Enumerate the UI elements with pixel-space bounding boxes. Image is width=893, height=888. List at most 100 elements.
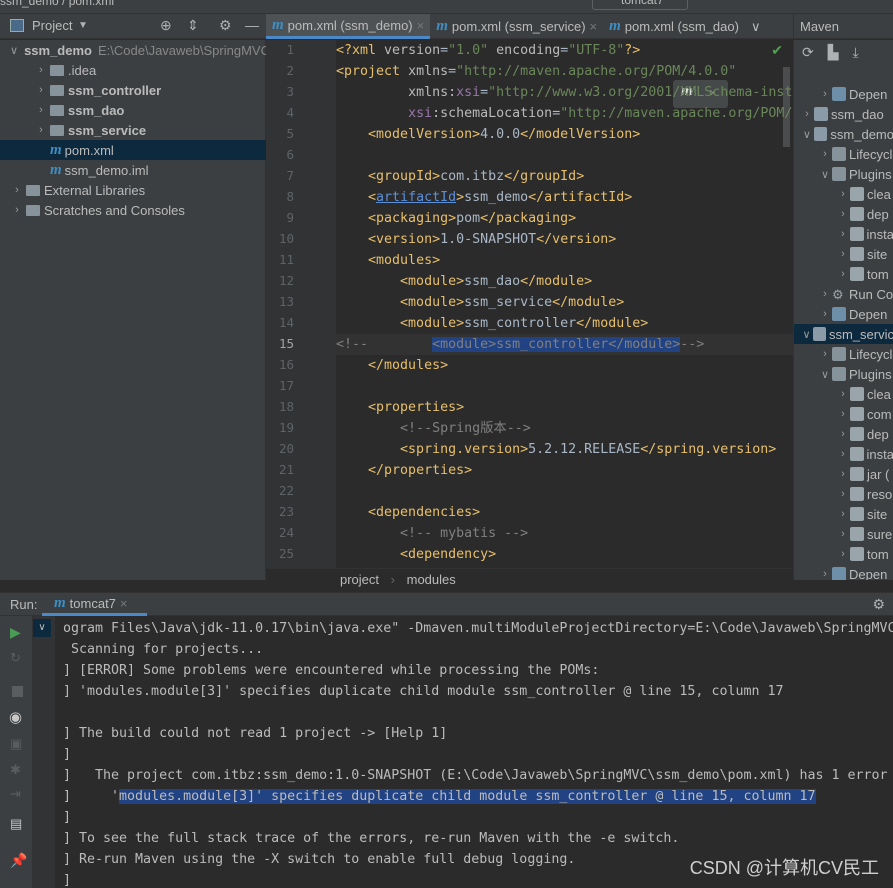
maven-tree-item[interactable]: › Depen (794, 564, 893, 580)
maven-tree-item[interactable]: ∨ ssm_servic (794, 324, 893, 344)
project-view-select[interactable]: Project (32, 18, 72, 33)
chevron-down-icon[interactable]: ∨ (800, 128, 814, 141)
chevron-right-icon[interactable]: › (836, 408, 850, 420)
chevron-right-icon[interactable]: › (836, 388, 850, 400)
tree-item[interactable]: › ssm_dao (0, 100, 266, 120)
maven-tree-item[interactable]: ∨ Plugins (794, 364, 893, 384)
reload-icon[interactable]: ⟳ (802, 44, 814, 61)
run-tab-tomcat7[interactable]: m tomcat7 × (42, 593, 147, 616)
code-line[interactable]: </modules> (336, 355, 448, 376)
chevron-right-icon[interactable]: › (818, 348, 832, 360)
maven-tree-item[interactable]: › ⚙ Run Co (794, 284, 893, 304)
chevron-right-icon[interactable]: › (836, 188, 850, 200)
code-line[interactable]: <module>ssm_dao</module> (336, 271, 592, 292)
breadcrumb-modules[interactable]: modules (407, 572, 456, 587)
chevron-right-icon[interactable]: › (818, 288, 832, 300)
chevron-right-icon[interactable]: › (10, 184, 24, 196)
chevron-down-icon[interactable]: ∨ (33, 619, 51, 637)
chevron-down-icon[interactable]: ▼ (78, 20, 88, 31)
download-icon[interactable]: ⤓ (853, 44, 859, 61)
code-line[interactable]: <properties> (336, 397, 464, 418)
stop-icon[interactable] (12, 686, 23, 697)
code-line[interactable]: <spring.version>5.2.12.RELEASE</spring.v… (336, 439, 776, 460)
maven-tree-item[interactable]: ∨ Plugins (794, 164, 893, 184)
maven-tree-item[interactable]: › tom (794, 264, 893, 284)
gear-icon[interactable]: ⚙ (872, 596, 885, 613)
pin-icon[interactable]: 📌 (10, 852, 27, 869)
chevron-right-icon[interactable]: › (34, 64, 48, 76)
chevron-right-icon[interactable]: › (836, 488, 850, 500)
close-icon[interactable]: × (417, 18, 425, 33)
camera-icon[interactable]: ▣ (10, 736, 22, 752)
maven-tree-item[interactable]: › tom (794, 544, 893, 564)
tab-0[interactable]: m pom.xml (ssm_demo) × (266, 14, 431, 39)
code-line[interactable]: <modules> (336, 250, 440, 271)
gear-icon[interactable]: ⚙ (219, 17, 232, 34)
code-line[interactable]: <packaging>pom</packaging> (336, 208, 576, 229)
add-project-icon[interactable]: ▙ (828, 44, 839, 61)
console-output[interactable]: ogram Files\Java\jdk-11.0.17\bin\java.ex… (55, 616, 893, 888)
chevron-right-icon[interactable]: › (836, 248, 850, 260)
chevron-right-icon[interactable]: › (836, 528, 850, 540)
code-line[interactable]: <groupId>com.itbz</groupId> (336, 166, 584, 187)
tree-item[interactable]: › ssm_controller (0, 80, 266, 100)
tree-item[interactable]: › Scratches and Consoles (0, 200, 266, 220)
code-line[interactable]: <!--Spring版本--> (336, 418, 531, 439)
minimize-icon[interactable]: — (245, 17, 259, 33)
code-line[interactable]: <modelVersion>4.0.0</modelVersion> (336, 124, 640, 145)
tree-item[interactable]: ∨ ssm_demo E:\Code\Javaweb\SpringMVC (0, 40, 270, 60)
debug-icon[interactable]: ✱ (10, 762, 21, 778)
tree-item[interactable]: m pom.xml (0, 140, 266, 160)
code-line[interactable]: <!-- mybatis --> (336, 523, 528, 544)
code-editor[interactable]: 1 2 3 4 5 6 7 8 9 10 11 12 13 14 15 16 17 18 19 20 21 22 23 24 2… (266, 40, 793, 568)
chevron-right-icon[interactable]: › (836, 228, 850, 240)
code-line[interactable]: xsi:schemaLocation="http://maven.apache.… (336, 103, 792, 124)
chevron-right-icon[interactable]: › (836, 268, 850, 280)
code-line[interactable]: <project xmlns="http://maven.apache.org/… (336, 61, 736, 82)
breadcrumb-project[interactable]: project (340, 572, 379, 587)
tree-item[interactable]: › ssm_service (0, 120, 266, 140)
maven-tree-item[interactable]: › site (794, 244, 893, 264)
maven-tree-item[interactable]: › Depen (794, 304, 893, 324)
code-line[interactable]: xmlns:xsi="http://www.w3.org/2001/XMLSch… (336, 82, 792, 103)
run-config-select[interactable]: tomcat7 (592, 0, 688, 10)
code-line[interactable]: <artifactId>ssm_demo</artifactId> (336, 187, 632, 208)
code-line[interactable]: <module>ssm_controller</module> (336, 313, 648, 334)
maven-tree-item[interactable]: › com (794, 404, 893, 424)
maven-tree-item[interactable]: › Depen (794, 84, 893, 104)
code-line[interactable]: </properties> (336, 460, 472, 481)
chevron-right-icon[interactable]: › (34, 104, 48, 116)
eye-icon[interactable]: ◉ (9, 708, 22, 726)
maven-tree-item[interactable]: › jar ( (794, 464, 893, 484)
chevron-right-icon[interactable]: › (836, 548, 850, 560)
maven-tree-item[interactable]: › dep (794, 424, 893, 444)
code-line[interactable]: <!-- <module>ssm_controller</module>--> (336, 334, 793, 355)
close-icon[interactable]: × (120, 596, 128, 611)
code-line[interactable]: <version>1.0-SNAPSHOT</version> (336, 229, 616, 250)
tree-item[interactable]: m ssm_demo.iml (0, 160, 266, 180)
chevron-right-icon[interactable]: › (10, 204, 24, 216)
locate-icon[interactable]: ⊕ (160, 17, 172, 34)
layout-icon[interactable]: ▤ (10, 816, 22, 832)
chevron-right-icon[interactable]: › (34, 124, 48, 136)
chevron-right-icon[interactable]: › (836, 448, 850, 460)
chevron-down-icon[interactable]: ∨ (800, 328, 813, 341)
chevron-right-icon[interactable]: › (34, 84, 48, 96)
chevron-right-icon[interactable]: › (818, 88, 832, 100)
maven-tree-item[interactable]: › dep (794, 204, 893, 224)
chevron-right-icon[interactable]: › (818, 568, 832, 580)
rerun-icon[interactable]: ▶ (10, 624, 21, 641)
chevron-right-icon[interactable]: › (818, 308, 832, 320)
code-line[interactable]: <dependency> (336, 544, 496, 565)
maven-tree-item[interactable]: › insta (794, 444, 893, 464)
maven-tree-item[interactable]: › reso (794, 484, 893, 504)
code-line[interactable]: <module>ssm_service</module> (336, 292, 624, 313)
maven-tree-item[interactable]: › insta (794, 224, 893, 244)
tree-item[interactable]: › .idea (0, 60, 266, 80)
maven-tree-item[interactable]: › sure (794, 524, 893, 544)
tab-2[interactable]: m pom.xml (ssm_dao) (603, 14, 745, 39)
rerun-failed-icon[interactable]: ↻ (10, 650, 21, 666)
chevron-right-icon[interactable]: › (836, 468, 850, 480)
maven-tree-item[interactable]: › Lifecycl (794, 344, 893, 364)
maven-tree-item[interactable]: › ssm_dao (794, 104, 893, 124)
